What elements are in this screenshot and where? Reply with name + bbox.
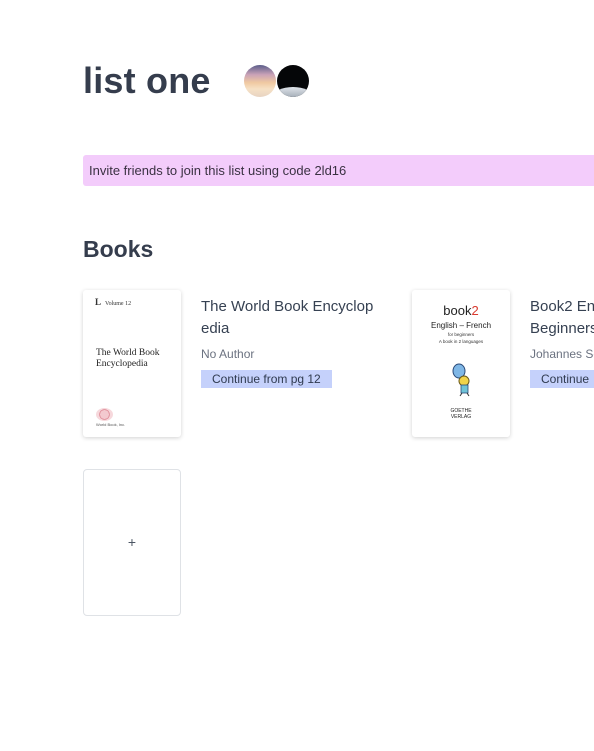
book-author: Johannes Sc [530, 347, 594, 361]
continue-reading-button[interactable]: Continue [530, 370, 594, 388]
cover-publisher: GOETHE VERLAG [450, 408, 472, 420]
avatar[interactable] [277, 65, 309, 97]
book-author: No Author [201, 347, 255, 361]
cover-tagline: for beginners A book in 2 languages [438, 332, 484, 344]
page-title: list one [83, 60, 211, 101]
cover-title: The World Book Encyclopedia [96, 348, 160, 369]
add-book-button[interactable]: + [83, 469, 181, 616]
publisher-logo-icon [96, 408, 113, 421]
continue-reading-button[interactable]: Continue from pg 12 [201, 370, 332, 388]
book-cover[interactable]: book2 English – French for beginners A b… [412, 290, 510, 437]
avatar[interactable] [244, 65, 276, 97]
cover-brand: book2 [443, 303, 479, 318]
book-title[interactable]: Book2 En Beginners [530, 296, 594, 340]
book-cover[interactable]: L Volume 12 The World Book Encyclopedia W… [83, 290, 181, 437]
member-avatars [244, 65, 314, 97]
cover-volume: L Volume 12 [95, 297, 132, 307]
cover-subtitle: English – French [430, 321, 492, 330]
section-title-books: Books [83, 236, 154, 262]
invite-banner: Invite friends to join this list using c… [83, 155, 594, 186]
cover-publisher: World Book, Inc. [96, 422, 126, 427]
book-title[interactable]: The World Book Encyclop edia [201, 296, 386, 340]
cartoon-figure-icon [452, 363, 470, 397]
